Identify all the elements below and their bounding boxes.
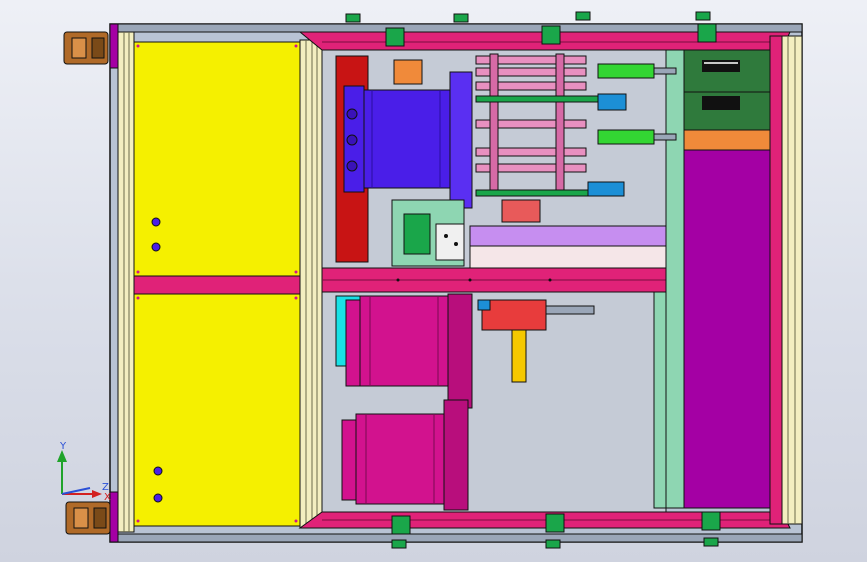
hinge-top-left — [63, 31, 109, 65]
blue-cylinder — [343, 71, 473, 209]
right-rail — [781, 35, 803, 525]
panel-divider — [133, 275, 301, 295]
electrical-panel-lower — [683, 91, 771, 131]
electrical-panel-base — [683, 129, 771, 151]
y-axis-label: Y — [59, 441, 67, 452]
door-panel-lower — [133, 293, 301, 527]
cad-viewport[interactable] — [0, 0, 867, 562]
blue-valve-mid — [597, 93, 627, 111]
door-panel-upper — [133, 41, 301, 277]
x-axis-label: X — [104, 492, 111, 503]
red-bracket — [501, 199, 541, 223]
right-cabinet-strip — [665, 49, 685, 509]
x-axis-arrow-icon — [92, 490, 102, 498]
left-post-top — [109, 23, 119, 69]
violet-plate — [469, 225, 667, 247]
electrical-panel-upper — [683, 49, 771, 93]
magenta-motor-lower — [341, 399, 469, 511]
fixture-assembly — [391, 199, 465, 267]
right-vertical-beam — [769, 35, 783, 525]
middle-rail — [299, 39, 323, 529]
lower-bay-strip — [653, 291, 667, 509]
orange-block — [393, 59, 423, 85]
axis-triad: Y Z X — [57, 441, 111, 503]
blue-valve-lower — [587, 181, 625, 197]
right-purple-cabinet — [683, 149, 771, 509]
